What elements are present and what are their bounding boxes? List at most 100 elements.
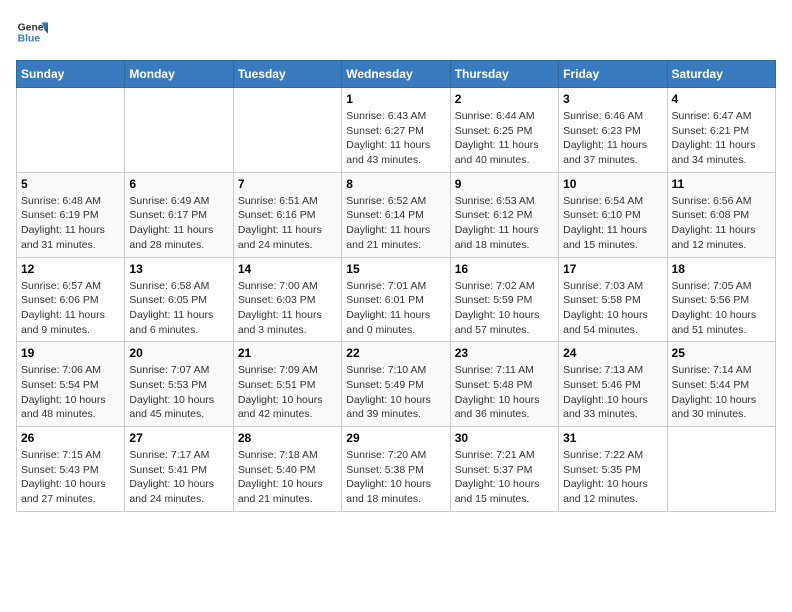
day-cell: 2Sunrise: 6:44 AM Sunset: 6:25 PM Daylig… bbox=[450, 88, 558, 173]
weekday-header-thursday: Thursday bbox=[450, 61, 558, 88]
day-number: 18 bbox=[672, 262, 771, 276]
logo-icon: General Blue bbox=[16, 16, 48, 48]
week-row-1: 1Sunrise: 6:43 AM Sunset: 6:27 PM Daylig… bbox=[17, 88, 776, 173]
day-info: Sunrise: 6:52 AM Sunset: 6:14 PM Dayligh… bbox=[346, 194, 445, 253]
day-info: Sunrise: 7:02 AM Sunset: 5:59 PM Dayligh… bbox=[455, 279, 554, 338]
day-number: 11 bbox=[672, 177, 771, 191]
day-info: Sunrise: 6:57 AM Sunset: 6:06 PM Dayligh… bbox=[21, 279, 120, 338]
day-info: Sunrise: 6:58 AM Sunset: 6:05 PM Dayligh… bbox=[129, 279, 228, 338]
day-number: 9 bbox=[455, 177, 554, 191]
day-info: Sunrise: 6:56 AM Sunset: 6:08 PM Dayligh… bbox=[672, 194, 771, 253]
day-number: 12 bbox=[21, 262, 120, 276]
calendar-table: SundayMondayTuesdayWednesdayThursdayFrid… bbox=[16, 60, 776, 512]
week-row-2: 5Sunrise: 6:48 AM Sunset: 6:19 PM Daylig… bbox=[17, 172, 776, 257]
day-cell: 10 Sunrise: 6:54 AM Sunset: 6:10 PM Dayli… bbox=[559, 172, 667, 257]
day-info: Sunrise: 6:43 AM Sunset: 6:27 PM Dayligh… bbox=[346, 109, 445, 168]
logo: General Blue bbox=[16, 16, 52, 48]
page-header: General Blue bbox=[16, 16, 776, 48]
day-cell: 25 Sunrise: 7:14 AM Sunset: 5:44 PM Dayli… bbox=[667, 342, 775, 427]
weekday-row: SundayMondayTuesdayWednesdayThursdayFrid… bbox=[17, 61, 776, 88]
weekday-header-wednesday: Wednesday bbox=[342, 61, 450, 88]
day-info: Sunrise: 7:15 AM Sunset: 5:43 PM Dayligh… bbox=[21, 448, 120, 507]
day-cell: 4Sunrise: 6:47 AM Sunset: 6:21 PM Daylig… bbox=[667, 88, 775, 173]
day-cell: 23 Sunrise: 7:11 AM Sunset: 5:48 PM Dayli… bbox=[450, 342, 558, 427]
day-info: Sunrise: 6:51 AM Sunset: 6:16 PM Dayligh… bbox=[238, 194, 337, 253]
day-number: 16 bbox=[455, 262, 554, 276]
day-cell bbox=[17, 88, 125, 173]
day-cell: 21 Sunrise: 7:09 AM Sunset: 5:51 PM Dayli… bbox=[233, 342, 341, 427]
day-cell: 6Sunrise: 6:49 AM Sunset: 6:17 PM Daylig… bbox=[125, 172, 233, 257]
day-cell: 28 Sunrise: 7:18 AM Sunset: 5:40 PM Dayli… bbox=[233, 427, 341, 512]
day-cell: 11 Sunrise: 6:56 AM Sunset: 6:08 PM Dayli… bbox=[667, 172, 775, 257]
day-info: Sunrise: 6:54 AM Sunset: 6:10 PM Dayligh… bbox=[563, 194, 662, 253]
day-info: Sunrise: 6:46 AM Sunset: 6:23 PM Dayligh… bbox=[563, 109, 662, 168]
day-info: Sunrise: 7:05 AM Sunset: 5:56 PM Dayligh… bbox=[672, 279, 771, 338]
day-info: Sunrise: 7:10 AM Sunset: 5:49 PM Dayligh… bbox=[346, 363, 445, 422]
day-info: Sunrise: 7:09 AM Sunset: 5:51 PM Dayligh… bbox=[238, 363, 337, 422]
day-cell: 19 Sunrise: 7:06 AM Sunset: 5:54 PM Dayli… bbox=[17, 342, 125, 427]
weekday-header-tuesday: Tuesday bbox=[233, 61, 341, 88]
day-cell bbox=[233, 88, 341, 173]
day-number: 19 bbox=[21, 346, 120, 360]
weekday-header-sunday: Sunday bbox=[17, 61, 125, 88]
day-number: 26 bbox=[21, 431, 120, 445]
day-info: Sunrise: 7:20 AM Sunset: 5:38 PM Dayligh… bbox=[346, 448, 445, 507]
day-cell: 12 Sunrise: 6:57 AM Sunset: 6:06 PM Dayli… bbox=[17, 257, 125, 342]
day-cell: 7 Sunrise: 6:51 AM Sunset: 6:16 PM Daylig… bbox=[233, 172, 341, 257]
day-info: Sunrise: 7:13 AM Sunset: 5:46 PM Dayligh… bbox=[563, 363, 662, 422]
day-info: Sunrise: 6:44 AM Sunset: 6:25 PM Dayligh… bbox=[455, 109, 554, 168]
day-cell: 24 Sunrise: 7:13 AM Sunset: 5:46 PM Dayli… bbox=[559, 342, 667, 427]
calendar-body: 1Sunrise: 6:43 AM Sunset: 6:27 PM Daylig… bbox=[17, 88, 776, 512]
day-cell: 20Sunrise: 7:07 AM Sunset: 5:53 PM Dayli… bbox=[125, 342, 233, 427]
day-cell: 1Sunrise: 6:43 AM Sunset: 6:27 PM Daylig… bbox=[342, 88, 450, 173]
day-info: Sunrise: 7:22 AM Sunset: 5:35 PM Dayligh… bbox=[563, 448, 662, 507]
day-number: 24 bbox=[563, 346, 662, 360]
week-row-5: 26 Sunrise: 7:15 AM Sunset: 5:43 PM Dayli… bbox=[17, 427, 776, 512]
day-number: 15 bbox=[346, 262, 445, 276]
day-cell: 14Sunrise: 7:00 AM Sunset: 6:03 PM Dayli… bbox=[233, 257, 341, 342]
day-info: Sunrise: 7:06 AM Sunset: 5:54 PM Dayligh… bbox=[21, 363, 120, 422]
day-cell: 9 Sunrise: 6:53 AM Sunset: 6:12 PM Daylig… bbox=[450, 172, 558, 257]
day-number: 28 bbox=[238, 431, 337, 445]
day-cell: 8Sunrise: 6:52 AM Sunset: 6:14 PM Daylig… bbox=[342, 172, 450, 257]
day-info: Sunrise: 7:17 AM Sunset: 5:41 PM Dayligh… bbox=[129, 448, 228, 507]
day-info: Sunrise: 7:07 AM Sunset: 5:53 PM Dayligh… bbox=[129, 363, 228, 422]
day-info: Sunrise: 7:18 AM Sunset: 5:40 PM Dayligh… bbox=[238, 448, 337, 507]
day-number: 7 bbox=[238, 177, 337, 191]
day-number: 21 bbox=[238, 346, 337, 360]
day-info: Sunrise: 7:03 AM Sunset: 5:58 PM Dayligh… bbox=[563, 279, 662, 338]
day-cell: 16 Sunrise: 7:02 AM Sunset: 5:59 PM Dayli… bbox=[450, 257, 558, 342]
day-cell: 30 Sunrise: 7:21 AM Sunset: 5:37 PM Dayli… bbox=[450, 427, 558, 512]
day-info: Sunrise: 7:01 AM Sunset: 6:01 PM Dayligh… bbox=[346, 279, 445, 338]
weekday-header-friday: Friday bbox=[559, 61, 667, 88]
week-row-3: 12 Sunrise: 6:57 AM Sunset: 6:06 PM Dayli… bbox=[17, 257, 776, 342]
day-cell: 5Sunrise: 6:48 AM Sunset: 6:19 PM Daylig… bbox=[17, 172, 125, 257]
day-number: 3 bbox=[563, 92, 662, 106]
weekday-header-monday: Monday bbox=[125, 61, 233, 88]
week-row-4: 19 Sunrise: 7:06 AM Sunset: 5:54 PM Dayli… bbox=[17, 342, 776, 427]
weekday-header-saturday: Saturday bbox=[667, 61, 775, 88]
day-info: Sunrise: 7:11 AM Sunset: 5:48 PM Dayligh… bbox=[455, 363, 554, 422]
day-cell: 26 Sunrise: 7:15 AM Sunset: 5:43 PM Dayli… bbox=[17, 427, 125, 512]
day-cell: 18 Sunrise: 7:05 AM Sunset: 5:56 PM Dayli… bbox=[667, 257, 775, 342]
day-cell: 3 Sunrise: 6:46 AM Sunset: 6:23 PM Daylig… bbox=[559, 88, 667, 173]
day-number: 29 bbox=[346, 431, 445, 445]
day-info: Sunrise: 7:21 AM Sunset: 5:37 PM Dayligh… bbox=[455, 448, 554, 507]
day-number: 10 bbox=[563, 177, 662, 191]
day-cell: 22Sunrise: 7:10 AM Sunset: 5:49 PM Dayli… bbox=[342, 342, 450, 427]
day-number: 14 bbox=[238, 262, 337, 276]
day-cell bbox=[667, 427, 775, 512]
calendar-header: SundayMondayTuesdayWednesdayThursdayFrid… bbox=[17, 61, 776, 88]
day-number: 5 bbox=[21, 177, 120, 191]
day-info: Sunrise: 6:53 AM Sunset: 6:12 PM Dayligh… bbox=[455, 194, 554, 253]
day-cell: 13 Sunrise: 6:58 AM Sunset: 6:05 PM Dayli… bbox=[125, 257, 233, 342]
day-cell bbox=[125, 88, 233, 173]
day-number: 23 bbox=[455, 346, 554, 360]
day-number: 13 bbox=[129, 262, 228, 276]
day-info: Sunrise: 7:14 AM Sunset: 5:44 PM Dayligh… bbox=[672, 363, 771, 422]
day-number: 6 bbox=[129, 177, 228, 191]
svg-text:Blue: Blue bbox=[18, 34, 41, 45]
day-cell: 27Sunrise: 7:17 AM Sunset: 5:41 PM Dayli… bbox=[125, 427, 233, 512]
day-number: 25 bbox=[672, 346, 771, 360]
day-number: 30 bbox=[455, 431, 554, 445]
